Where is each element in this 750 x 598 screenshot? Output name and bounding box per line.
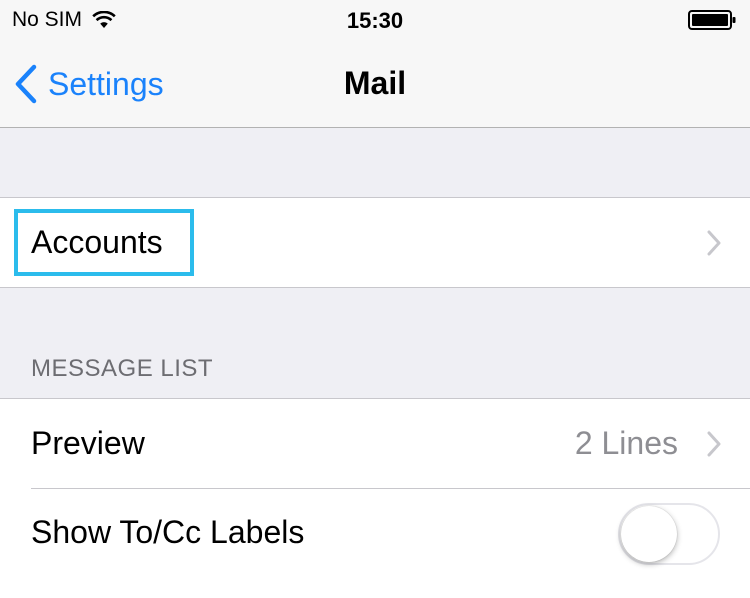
toggle-knob [621, 506, 677, 562]
chevron-right-icon [707, 431, 721, 457]
message-list-group: Preview 2 Lines Show To/Cc Labels [0, 398, 750, 598]
accounts-group: Accounts [0, 197, 750, 288]
page-title: Mail [343, 65, 407, 101]
navigation-bar: Settings Mail [0, 40, 750, 128]
section-header-message-list: MESSAGE LIST [31, 355, 214, 382]
show-to-cc-row: Show To/Cc Labels [0, 488, 750, 577]
preview-row[interactable]: Preview 2 Lines [0, 399, 750, 488]
show-to-cc-toggle[interactable] [618, 503, 720, 565]
highlight-box [14, 209, 194, 276]
battery-icon [688, 10, 736, 30]
preview-label: Preview [31, 425, 145, 461]
status-time: 15:30 [346, 8, 404, 33]
preview-value: 2 Lines [574, 425, 678, 461]
status-bar: No SIM 15:30 [0, 0, 750, 40]
chevron-right-icon [707, 230, 721, 256]
show-to-cc-label: Show To/Cc Labels [31, 514, 305, 550]
accounts-row[interactable]: Accounts [0, 198, 750, 287]
